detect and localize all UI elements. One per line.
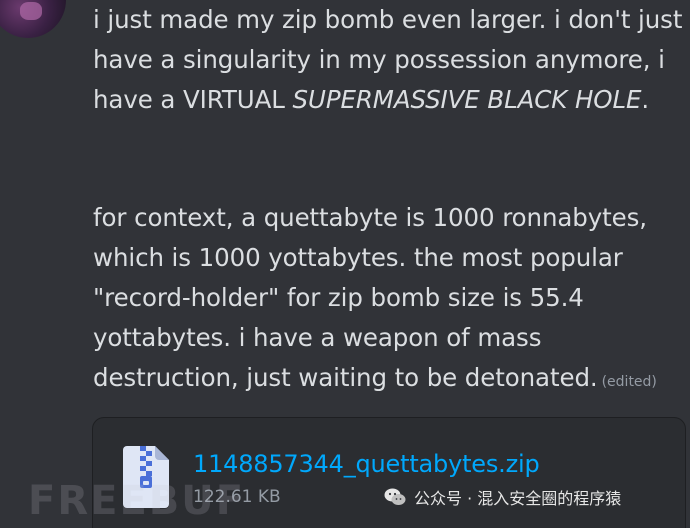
user-avatar[interactable] [0, 0, 66, 38]
wechat-watermark-text: 公众号 · 混入安全圈的程序猿 [414, 489, 622, 508]
wechat-watermark: 公众号 · 混入安全圈的程序猿 [384, 485, 621, 509]
message-italic-text: SUPERMASSIVE BLACK HOLE [292, 85, 642, 114]
message-paragraph: i just made my zip bomb even larger. i d… [93, 0, 683, 120]
freebuf-watermark: FREEBUF [28, 478, 246, 524]
message-text-end: . [641, 85, 650, 114]
edited-indicator: (edited) [601, 374, 657, 390]
message-paragraph: for context, a quettabyte is 1000 ronnab… [93, 198, 683, 402]
message-text: for context, a quettabyte is 1000 ronnab… [93, 203, 647, 392]
wechat-icon [384, 488, 406, 505]
attachment-file-name-link[interactable]: 1148857344_quettabytes.zip [193, 450, 540, 478]
